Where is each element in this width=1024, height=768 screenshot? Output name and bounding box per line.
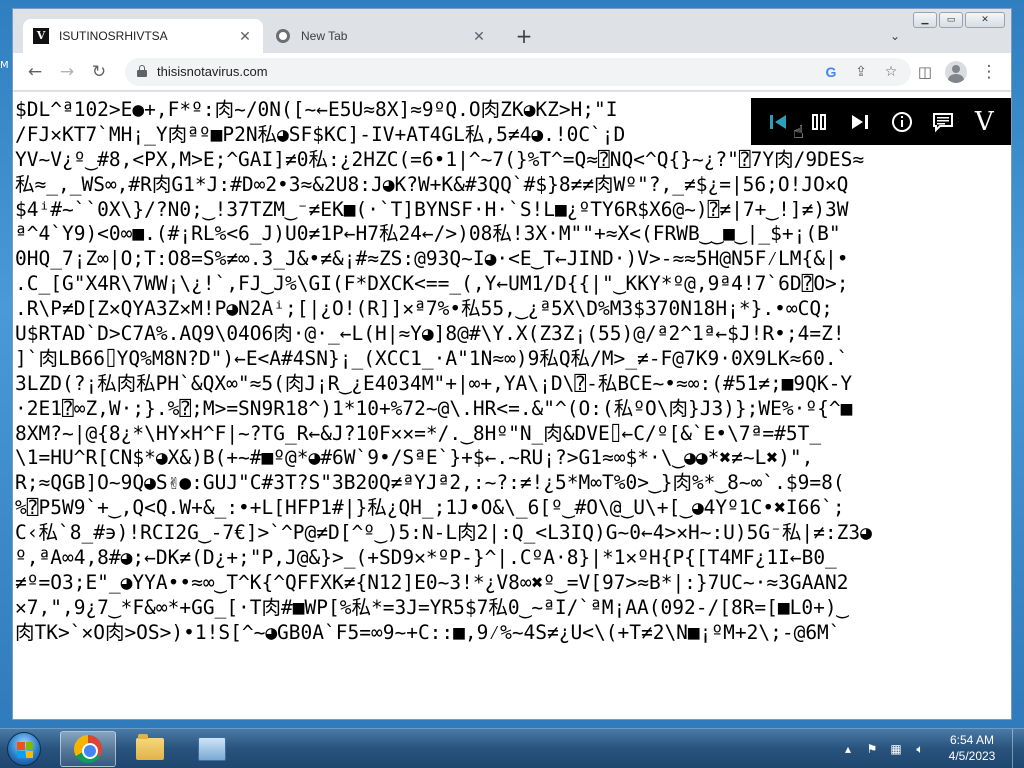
hand-cursor-icon: ☝ [793, 122, 804, 143]
media-player-overlay: V [751, 98, 1011, 145]
forward-arrow-icon[interactable]: → [55, 60, 79, 84]
taskbar: ▴ ⚑ ▦ 🔈︎ 6:54 AM 4/5/2023 [0, 728, 1024, 768]
address-bar[interactable]: thisisnotavirus.com G ⇪ ☆ [125, 58, 911, 86]
clock-time: 6:54 AM [949, 733, 995, 747]
gibberish-line: YV~V¿º‿#8,<PX,M>E;^GAI]≠0私:¿2HZC(=6•1|^~… [15, 147, 865, 171]
chrome-window: V ISUTINOSRHIVTSA ✕ New Tab ✕ + ⌄ ▁ ▭ ✕ … [12, 8, 1012, 720]
google-lens-icon[interactable]: G [821, 62, 841, 82]
start-button[interactable] [4, 731, 44, 767]
info-icon[interactable] [887, 107, 917, 137]
window-controls: ▁ ▭ ✕ [913, 12, 1005, 28]
folder-icon [136, 734, 164, 760]
taskbar-control-panel[interactable] [184, 731, 240, 767]
gibberish-line: C‹私`8_#϶)!RCI2G‿-7€]>`^P@≠D[^º‿)5:N-L肉2|… [15, 521, 872, 545]
close-tab-icon[interactable]: ✕ [471, 28, 487, 44]
gibberish-line: %⍰P5W9`+‿,Q<Q.W+&_:•+L[HFP1#|}私¿QH_;1J•O… [15, 496, 845, 520]
maximize-button[interactable]: ▭ [939, 12, 963, 28]
new-tab-button[interactable]: + [513, 26, 535, 48]
tab-isutinosrhivtsa[interactable]: V ISUTINOSRHIVTSA ✕ [23, 19, 263, 53]
gibberish-line: ª^4`Y9)<0∞■.(#¡RL%<6_J)U0≠1P←H7私24←/>)08… [15, 222, 841, 246]
tab-new-tab[interactable]: New Tab ✕ [265, 19, 497, 53]
tab-search-icon[interactable]: ⌄ [885, 26, 905, 46]
taskbar-chrome[interactable] [60, 731, 116, 767]
browser-toolbar: ← → ↻ thisisnotavirus.com G ⇪ ☆ ◫ ⋮ [13, 53, 1011, 91]
windows-logo-icon [7, 732, 41, 766]
side-panel-icon[interactable]: ◫ [913, 60, 937, 84]
profile-avatar[interactable] [945, 61, 967, 83]
pause-icon[interactable] [804, 107, 834, 137]
volume-icon[interactable]: 🔈︎ [912, 742, 928, 757]
v-brand-icon[interactable]: V [969, 107, 999, 137]
share-icon[interactable]: ⇪ [851, 62, 871, 82]
gibberish-line: ✕7,",9¿7‿*F&∞*+GG_[·T肉#■WP[%私*=3J=YR5$7私… [15, 595, 849, 619]
gibberish-line: 8XM?~|@{8¿*\HY✕H^F|~?TG_R←&J?10F✕✕=*/.‿8… [15, 421, 822, 445]
v-logo-icon: V [33, 28, 49, 44]
page-content: $DL^ª102>E●+,F*º:肉~/0N([~←E5U≈8X]≈9ºQ.O肉… [13, 92, 1011, 719]
gibberish-line: 肉TK>`✕O肉>OS>)•1!S[^~◕GB0A`F5=∞9~+C::■,9⁄… [15, 620, 841, 644]
taskbar-explorer[interactable] [122, 731, 178, 767]
gibberish-line: $4ⁱ#~``0X\}/?N0;‿!37TZM‿⁻≠EK■(·`T]BYNSF·… [15, 197, 849, 221]
minimize-button[interactable]: ▁ [913, 12, 937, 28]
gibberish-line: ·2E1⍰∞Z,W·;}.%⍰;M>=SN9R18^)1*10+%72~@\.H… [15, 396, 853, 420]
gibberish-line: º,ªA∞4,8#◕;←DK≠(D¿+;"P,J@&}>_(+SD9✕*ºP-}… [15, 546, 837, 570]
gibberish-line: .R\P≠D[Z✕QYA3Z✕M!P◕N2Aⁱ;[|¿O!(R]]✕ª7%•私5… [15, 297, 833, 321]
system-tray: ▴ ⚑ ▦ 🔈︎ [840, 729, 928, 768]
chrome-icon [74, 735, 102, 763]
lock-icon[interactable] [137, 65, 147, 77]
network-icon[interactable]: ▦ [888, 742, 904, 756]
gibberish-line: 3LZD(?¡私肉私PH`&QX∞"≈5(肉J¡R‿¿E4034M"+|∞+,Y… [15, 371, 853, 395]
tab-title: New Tab [301, 29, 348, 43]
gibberish-line: ≠º=O3;E"_◕YYA••≈∞‿T^K{^QFFXK≠{N12]E0~3!*… [15, 570, 849, 594]
tab-strip: V ISUTINOSRHIVTSA ✕ New Tab ✕ + ⌄ ▁ ▭ ✕ [13, 9, 1011, 53]
close-window-button[interactable]: ✕ [965, 12, 1005, 28]
gibberish-line: U$RTAD`D>C7A%.AQ9\04O6肉·@·_←L(H|≈Y◕]8@#\… [15, 322, 845, 346]
show-desktop-button[interactable] [1012, 729, 1024, 768]
reload-icon[interactable]: ↻ [87, 60, 111, 84]
control-panel-icon [198, 737, 226, 761]
gibberish-line: 0HQ_7¡Z∞|O;T:O8=S%≠∞.3_J&•≠&¡#≈ZS:@93Q~I… [15, 247, 849, 271]
gibberish-line: ]`肉LB66⌷YQ%M8N?D")←E<A#4SN}¡_(XCC1_·A"1N… [15, 346, 849, 370]
gibberish-text: $DL^ª102>E●+,F*º:肉~/0N([~←E5U≈8X]≈9ºQ.O肉… [15, 98, 1011, 646]
bookmark-star-icon[interactable]: ☆ [881, 62, 901, 82]
gibberish-line: 私≈_,_WS∞,#R肉G1*J:#D∞2•3≈&2U8:J◕K?W+K&#3Q… [15, 172, 849, 196]
skip-next-icon[interactable] [845, 107, 875, 137]
skip-previous-icon[interactable] [763, 107, 793, 137]
clock-date: 4/5/2023 [948, 749, 996, 763]
close-tab-icon[interactable]: ✕ [237, 28, 253, 44]
action-center-icon[interactable]: ⚑ [864, 742, 880, 756]
gibberish-line: R;≈QGB]O~9Q◕S✌●:GUJ"C#3T?S"3B20Q≠ªYJª2,:… [15, 471, 845, 495]
back-arrow-icon[interactable]: ← [23, 60, 47, 84]
gibberish-line: .C_[G"X4R\7WW¡\¿!`,FJ‿J%\GI(F*DXCK<==_(,… [15, 272, 849, 296]
tab-title: ISUTINOSRHIVTSA [59, 29, 168, 43]
gibberish-line: \1=HU^R[CN$*◕X&)B(+~#■º@*◕#6W`9•/SªE`}+$… [15, 446, 814, 470]
clock[interactable]: 6:54 AM 4/5/2023 [936, 732, 1008, 764]
desktop-icon-fragment[interactable]: M [0, 60, 12, 71]
menu-dots-icon[interactable]: ⋮ [977, 60, 1001, 84]
chrome-icon [275, 28, 291, 44]
url-text[interactable]: thisisnotavirus.com [157, 64, 268, 79]
comment-icon[interactable] [928, 107, 958, 137]
show-hidden-icons-icon[interactable]: ▴ [840, 742, 856, 756]
